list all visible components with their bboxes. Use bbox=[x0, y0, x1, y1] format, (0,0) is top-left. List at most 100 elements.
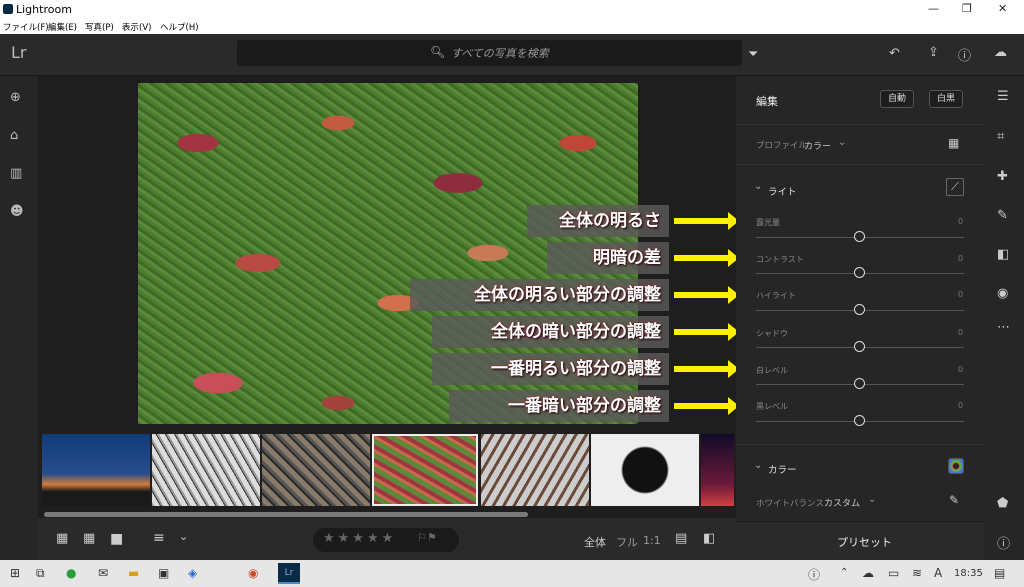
library-icon[interactable]: ▥ bbox=[10, 166, 22, 181]
home-icon[interactable]: ⌂ bbox=[10, 128, 18, 143]
radial-gradient-icon[interactable]: ◉ bbox=[997, 286, 1008, 301]
slider-knob-shadows[interactable] bbox=[854, 341, 865, 352]
clock[interactable]: 18:35 bbox=[954, 568, 983, 579]
slider-value-shadows[interactable]: 0 bbox=[958, 328, 963, 337]
wb-value[interactable]: カスタム bbox=[824, 496, 860, 509]
line-app-icon[interactable]: ● bbox=[66, 566, 76, 580]
chevron-down-icon[interactable]: ⌄ bbox=[754, 181, 762, 192]
thumbnail-selected[interactable] bbox=[372, 434, 478, 506]
ime-indicator[interactable]: A bbox=[934, 566, 942, 580]
slider-knob-exposure[interactable] bbox=[854, 231, 865, 242]
top-bar: Lr 🔍︎ ⏷ ↶ ⇪ ⓘ ☁ bbox=[0, 34, 1024, 76]
add-photo-icon[interactable]: ⊕ bbox=[10, 90, 21, 105]
color-mixer-icon[interactable] bbox=[948, 458, 964, 474]
restore-icon[interactable]: ❐ bbox=[962, 2, 972, 15]
share-icon[interactable]: ⇪ bbox=[928, 45, 939, 60]
search-input[interactable] bbox=[451, 44, 711, 62]
chevron-down-icon[interactable]: ⌄ bbox=[179, 530, 188, 543]
eyedropper-icon[interactable]: ✎ bbox=[949, 493, 959, 507]
title-bar: Lightroom — ❐ ✕ bbox=[0, 0, 1024, 20]
chevron-down-icon[interactable]: ⌄ bbox=[838, 137, 846, 148]
onedrive-icon[interactable]: ☁ bbox=[862, 566, 874, 580]
compare-icon[interactable]: ▤ bbox=[675, 531, 687, 546]
view-all-label[interactable]: 全体 bbox=[584, 534, 606, 550]
menu-view[interactable]: 表示(V) bbox=[122, 21, 151, 33]
notification-icon[interactable]: ▤ bbox=[994, 566, 1005, 580]
tone-curve-icon[interactable]: ⟋ bbox=[946, 178, 964, 196]
filmstrip-scrollbar[interactable] bbox=[44, 512, 528, 517]
slider-value-blacks[interactable]: 0 bbox=[958, 401, 963, 410]
cloud-sync-icon[interactable]: ☁ bbox=[994, 45, 1007, 60]
task-view-icon[interactable]: ⧉ bbox=[36, 566, 45, 581]
minimize-icon[interactable]: — bbox=[928, 2, 939, 15]
crop-icon[interactable]: ⌗ bbox=[997, 129, 1004, 144]
battery-icon[interactable]: ▭ bbox=[888, 566, 899, 580]
thumbnail[interactable] bbox=[591, 434, 699, 506]
light-section-title[interactable]: ライト bbox=[768, 184, 797, 198]
edit-sliders-icon[interactable]: ☰ bbox=[997, 89, 1009, 104]
before-after-icon[interactable]: ◧ bbox=[703, 531, 715, 546]
rating-stars[interactable]: ★★★★★ ⚐⚑ bbox=[313, 528, 459, 552]
linear-gradient-icon[interactable]: ◧ bbox=[997, 247, 1009, 262]
close-icon[interactable]: ✕ bbox=[998, 2, 1007, 15]
help-icon[interactable]: ⓘ bbox=[958, 45, 971, 64]
color-section-title[interactable]: カラー bbox=[768, 462, 797, 476]
lightroom-taskbar-icon[interactable]: Lr bbox=[278, 563, 300, 584]
slider-knob-highlights[interactable] bbox=[854, 304, 865, 315]
chevron-up-icon[interactable]: ⌃ bbox=[840, 567, 848, 578]
brush-icon[interactable]: ✎ bbox=[997, 208, 1008, 223]
tag-icon[interactable]: ⬟ bbox=[997, 496, 1008, 511]
menu-help[interactable]: ヘルプ(H) bbox=[160, 21, 199, 33]
arrow-highlights bbox=[674, 286, 739, 304]
slider-label-contrast: コントラスト bbox=[756, 255, 804, 264]
more-icon[interactable]: ⋯ bbox=[997, 320, 1010, 335]
slider-value-whites[interactable]: 0 bbox=[958, 365, 963, 374]
healing-brush-icon[interactable]: ✚ bbox=[997, 169, 1008, 184]
start-icon[interactable]: ⊞ bbox=[10, 566, 20, 580]
slider-knob-whites[interactable] bbox=[854, 378, 865, 389]
thumbnail[interactable] bbox=[262, 434, 370, 506]
thumbnail[interactable] bbox=[42, 434, 150, 506]
chrome-icon[interactable]: ◉ bbox=[248, 566, 258, 580]
search-box[interactable]: 🔍︎ bbox=[237, 40, 742, 66]
dropbox-icon[interactable]: ◈ bbox=[188, 566, 197, 580]
star-icon[interactable]: ★★★★★ bbox=[323, 531, 396, 546]
thumbnail[interactable] bbox=[481, 434, 589, 506]
slider-value-highlights[interactable]: 0 bbox=[958, 290, 963, 299]
slider-knob-blacks[interactable] bbox=[854, 415, 865, 426]
menu-file[interactable]: ファイル(F) bbox=[3, 21, 49, 33]
sort-icon[interactable]: ≡ bbox=[153, 530, 165, 546]
help-tray-icon[interactable]: ⓘ bbox=[808, 566, 820, 583]
profile-value[interactable]: カラー bbox=[804, 139, 831, 152]
mail-icon[interactable]: ✉ bbox=[98, 566, 108, 580]
slider-value-contrast[interactable]: 0 bbox=[958, 254, 963, 263]
menu-photo[interactable]: 写真(P) bbox=[85, 21, 114, 33]
auto-button[interactable]: 自動 bbox=[880, 90, 914, 108]
chevron-down-icon[interactable]: ⌄ bbox=[868, 494, 876, 505]
view-1to1-label[interactable]: 1:1 bbox=[643, 534, 661, 547]
view-full-label[interactable]: フル bbox=[616, 534, 638, 550]
info-icon[interactable]: ⓘ bbox=[997, 533, 1010, 552]
square-grid-icon[interactable]: ▦ bbox=[56, 531, 68, 546]
wifi-icon[interactable]: ≋ bbox=[912, 566, 922, 580]
flag-icon[interactable]: ⚐⚑ bbox=[417, 531, 437, 544]
photo-grid-icon[interactable]: ▦ bbox=[83, 531, 95, 546]
bw-button[interactable]: 白黒 bbox=[929, 90, 963, 108]
preset-bar[interactable]: プリセット bbox=[736, 521, 984, 560]
photo-viewer: 全体の明るさ 明暗の差 全体の明るい部分の調整 全体の暗い部分の調整 一番明るい… bbox=[38, 76, 739, 430]
filter-icon[interactable]: ⏷ bbox=[748, 47, 758, 62]
thumbnail[interactable] bbox=[152, 434, 260, 506]
menu-edit[interactable]: 編集(E) bbox=[48, 21, 77, 33]
detail-view-icon[interactable]: ■ bbox=[110, 531, 123, 547]
store-icon[interactable]: ▣ bbox=[158, 566, 169, 580]
explorer-icon[interactable]: ▬ bbox=[128, 566, 139, 580]
preset-button[interactable]: プリセット bbox=[837, 534, 892, 550]
thumbnail[interactable] bbox=[701, 434, 734, 506]
lr-logo[interactable]: Lr bbox=[11, 43, 27, 62]
slider-value-exposure[interactable]: 0 bbox=[958, 217, 963, 226]
profile-browser-icon[interactable]: ▦ bbox=[948, 136, 959, 150]
chevron-down-icon[interactable]: ⌄ bbox=[754, 460, 762, 471]
people-icon[interactable]: ☻ bbox=[10, 204, 24, 219]
slider-knob-contrast[interactable] bbox=[854, 267, 865, 278]
undo-icon[interactable]: ↶ bbox=[889, 46, 900, 61]
